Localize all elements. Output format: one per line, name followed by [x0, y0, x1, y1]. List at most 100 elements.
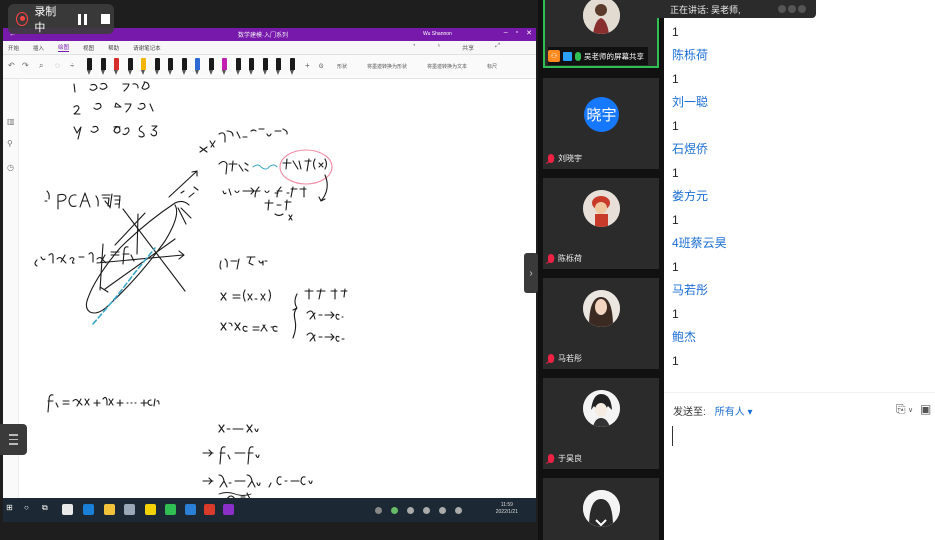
recording-label: 录制中 — [34, 6, 57, 34]
notebooks-icon[interactable]: ▥ — [7, 117, 15, 126]
bell-icon[interactable]: ◔ — [412, 43, 416, 52]
chat-sender[interactable]: 马若彤 — [672, 279, 927, 302]
participant-name: 陈栎荷 — [558, 254, 582, 263]
tray-icon-3[interactable] — [407, 507, 414, 514]
pause-recording-button[interactable] — [74, 9, 91, 29]
ime-icon[interactable] — [455, 507, 462, 514]
tray-icon-2[interactable] — [391, 507, 398, 514]
chat-composer: 发送至: 所有人 ▾ ⎘ ∨ ▣ — [664, 392, 935, 540]
taskbar-clock[interactable]: 11:59 2022/1/21 — [496, 502, 518, 516]
note-dimension-reduction — [202, 424, 313, 496]
powerpoint-icon[interactable] — [204, 504, 215, 515]
participant-tile-partial[interactable] — [543, 478, 659, 540]
pen-tool[interactable] — [168, 58, 173, 75]
pen-tool[interactable] — [222, 58, 227, 75]
wechat-icon[interactable] — [165, 504, 176, 515]
chat-sender[interactable]: 石煜侨 — [672, 138, 927, 161]
tab-help[interactable]: 帮助 — [108, 44, 119, 52]
avatar — [583, 390, 620, 427]
left-drawer-handle[interactable] — [0, 424, 27, 455]
participant-tile-chenlihe[interactable]: 陈栎荷 — [543, 178, 659, 269]
stop-recording-button[interactable] — [97, 9, 114, 29]
chat-sender[interactable]: 陈栎荷 — [672, 44, 927, 67]
ribbon-tabs: 开始 插入 绘图 视图 帮助 请谢笔记本 ◔ ♁ 共享 ⤢ — [3, 41, 536, 55]
maximize-icon[interactable]: ▫ — [516, 29, 518, 37]
app-icon-4[interactable] — [185, 504, 196, 515]
chat-input[interactable] — [672, 426, 673, 446]
lightbulb-icon[interactable]: ♁ — [437, 43, 442, 52]
pen-tool[interactable] — [289, 58, 295, 75]
ink-replay-icon[interactable]: ɞ — [319, 61, 323, 70]
explorer-icon[interactable] — [104, 504, 115, 515]
participant-tile-yuhaoliang[interactable]: 于昊良 — [543, 378, 659, 469]
chat-sender[interactable]: 4班蔡云昊 — [672, 232, 927, 255]
chat-sender[interactable]: 刘一聪 — [672, 91, 927, 114]
edge-icon[interactable] — [83, 504, 94, 515]
search-icon[interactable]: ⚲ — [7, 139, 13, 148]
send-to-value[interactable]: 所有人 ▾ — [715, 407, 753, 418]
ruler-button[interactable]: 标尺 — [487, 63, 497, 70]
meeting-window: ← 数学建模·入门系列 Wu Shannon – ▫ ✕ 开始 插入 绘图 视图… — [0, 0, 935, 540]
tray-icon-1[interactable] — [375, 507, 382, 514]
pen-tool[interactable] — [262, 58, 268, 75]
search-icon[interactable]: ○ — [24, 503, 35, 514]
expand-icon[interactable]: ⤢ — [495, 43, 500, 52]
redo-icon[interactable]: ↷ — [22, 61, 29, 70]
tab-insert[interactable]: 插入 — [33, 44, 44, 52]
speaker-dot-icon — [798, 5, 806, 13]
collapse-gallery-button[interactable]: › — [524, 253, 538, 293]
chat-sender[interactable]: 鲍杰 — [672, 326, 927, 349]
tab-draw[interactable]: 绘图 — [58, 43, 70, 52]
recent-icon[interactable]: ◷ — [7, 163, 14, 172]
participant-tile-maruotong[interactable]: 马若彤 — [543, 278, 659, 369]
screenshot-icon[interactable]: ▣ — [920, 402, 931, 416]
pen-tool[interactable] — [127, 58, 133, 75]
file-icon[interactable]: ⎘ — [896, 402, 906, 417]
share-button[interactable]: 共享 — [462, 43, 474, 52]
app-icon-3[interactable] — [145, 504, 156, 515]
app-icon-1[interactable] — [62, 504, 73, 515]
tab-view[interactable]: 视图 — [83, 44, 94, 52]
lasso-icon[interactable]: ⌕ — [39, 61, 43, 71]
ink-to-text-button[interactable]: 将墨迹转换为文本 — [427, 63, 467, 70]
tab-notebook[interactable]: 请谢笔记本 — [133, 44, 161, 52]
pen-tool[interactable] — [114, 58, 119, 75]
pen-tool[interactable] — [154, 58, 160, 75]
chat-sender[interactable]: 娄方元 — [672, 185, 927, 208]
onenote-window: ← 数学建模·入门系列 Wu Shannon – ▫ ✕ 开始 插入 绘图 视图… — [3, 28, 536, 498]
pen-tool[interactable] — [181, 58, 187, 75]
pen-tool[interactable] — [195, 58, 200, 75]
mic-muted-icon — [548, 154, 554, 163]
pen-tool[interactable] — [208, 58, 214, 75]
app-icon-2[interactable] — [124, 504, 135, 515]
chat-message-text: 1 — [672, 72, 679, 86]
volume-icon[interactable] — [439, 507, 446, 514]
tab-home[interactable]: 开始 — [8, 44, 19, 52]
chevron-down-icon[interactable]: ∨ — [908, 406, 913, 414]
close-icon[interactable]: ✕ — [526, 29, 532, 37]
start-icon[interactable]: ⊞ — [6, 503, 17, 514]
pen-tool[interactable] — [249, 58, 254, 75]
task-view-icon[interactable]: ⧉ — [42, 503, 53, 514]
shapes-button[interactable]: 形状 — [337, 63, 347, 70]
eraser-icon[interactable]: ◌ — [55, 61, 60, 70]
ink-canvas[interactable] — [19, 79, 536, 498]
undo-icon[interactable]: ↶ — [8, 61, 15, 70]
pen-tool[interactable] — [141, 58, 146, 75]
pen-tool[interactable] — [100, 58, 106, 75]
nameplate: 刘晓宇 — [548, 152, 582, 165]
add-pen-icon[interactable]: + — [305, 61, 310, 70]
space-icon[interactable]: ÷ — [70, 61, 74, 70]
participant-tile-liuxiaoyu[interactable]: 晓宇 刘晓宇 — [543, 78, 659, 169]
wifi-icon[interactable] — [423, 507, 430, 514]
chat-panel: 1 陈栎荷 1 刘一聪 1 石煜侨 1 娄方元 1 4班蔡云昊 1 马若彤 1 … — [664, 0, 935, 540]
pen-tool[interactable] — [235, 58, 241, 75]
ink-to-shape-button[interactable]: 将墨迹转换为形状 — [367, 63, 407, 70]
minimize-icon[interactable]: – — [504, 29, 508, 37]
pen-tool[interactable] — [87, 58, 92, 75]
pen-tool[interactable] — [276, 58, 281, 75]
send-to-selector[interactable]: 发送至: 所有人 ▾ — [673, 403, 753, 418]
chat-message-list[interactable]: 1 陈栎荷 1 刘一聪 1 石煜侨 1 娄方元 1 4班蔡云昊 1 马若彤 1 … — [672, 20, 927, 373]
participant-gallery: ⚇ 吴老师的屏幕共享 晓宇 刘晓宇 陈栎荷 马若彤 于昊良 — [538, 0, 664, 540]
onenote-taskbar-icon[interactable] — [223, 504, 234, 515]
